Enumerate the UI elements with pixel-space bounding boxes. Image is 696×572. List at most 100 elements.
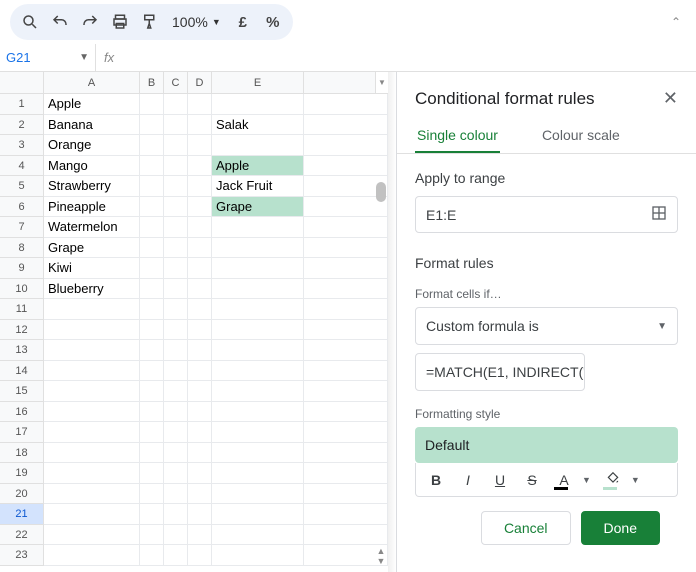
row-header[interactable]: 15 <box>0 381 44 402</box>
range-input[interactable]: E1:E <box>415 196 678 233</box>
row-header[interactable]: 1 <box>0 94 44 115</box>
table-row[interactable]: 20 <box>0 484 388 505</box>
cell[interactable] <box>212 484 304 505</box>
cell[interactable]: Mango <box>44 156 140 177</box>
cell[interactable] <box>212 504 304 525</box>
cell[interactable] <box>188 238 212 259</box>
chevron-down-icon[interactable]: ▼ <box>631 475 640 485</box>
col-header[interactable]: D <box>188 72 212 94</box>
cell[interactable] <box>140 197 164 218</box>
redo-icon[interactable] <box>76 8 104 36</box>
table-row[interactable]: 2BananaSalak <box>0 115 388 136</box>
cell[interactable] <box>140 340 164 361</box>
row-header[interactable]: 19 <box>0 463 44 484</box>
cell[interactable] <box>212 299 304 320</box>
cell[interactable] <box>140 115 164 136</box>
cell[interactable] <box>304 156 388 177</box>
cell[interactable] <box>44 422 140 443</box>
row-header[interactable]: 14 <box>0 361 44 382</box>
cell[interactable] <box>140 463 164 484</box>
cell[interactable] <box>140 422 164 443</box>
cell[interactable] <box>304 299 388 320</box>
cell[interactable]: Jack Fruit <box>212 176 304 197</box>
cell[interactable] <box>44 504 140 525</box>
cell[interactable] <box>44 545 140 566</box>
cell[interactable] <box>44 381 140 402</box>
cell[interactable] <box>164 217 188 238</box>
cell[interactable] <box>212 258 304 279</box>
cell[interactable] <box>164 402 188 423</box>
paint-format-icon[interactable] <box>136 8 164 36</box>
table-row[interactable]: 1Apple <box>0 94 388 115</box>
cell[interactable] <box>188 299 212 320</box>
cell[interactable] <box>140 443 164 464</box>
cell[interactable] <box>164 484 188 505</box>
cell[interactable] <box>140 381 164 402</box>
strike-button[interactable]: S <box>522 472 542 488</box>
cell[interactable] <box>164 463 188 484</box>
row-header[interactable]: 3 <box>0 135 44 156</box>
cell[interactable] <box>304 443 388 464</box>
cell[interactable]: Apple <box>212 156 304 177</box>
row-header[interactable]: 21 <box>0 504 44 525</box>
tab-single-colour[interactable]: Single colour <box>415 119 500 154</box>
cell[interactable] <box>188 176 212 197</box>
cell[interactable] <box>304 135 388 156</box>
cell[interactable] <box>164 258 188 279</box>
scroll-arrows[interactable]: ▲▼ <box>376 546 386 566</box>
cell[interactable]: Strawberry <box>44 176 140 197</box>
row-header[interactable]: 2 <box>0 115 44 136</box>
cell[interactable] <box>304 217 388 238</box>
col-header[interactable]: A <box>44 72 140 94</box>
cell[interactable] <box>140 176 164 197</box>
cell[interactable] <box>164 156 188 177</box>
cell[interactable] <box>304 361 388 382</box>
cell[interactable] <box>140 545 164 566</box>
zoom-select[interactable]: 100%▼ <box>166 14 227 30</box>
cell[interactable] <box>164 443 188 464</box>
cell[interactable] <box>164 320 188 341</box>
cell[interactable] <box>44 443 140 464</box>
cell[interactable] <box>44 484 140 505</box>
cell[interactable] <box>188 115 212 136</box>
table-row[interactable]: 15 <box>0 381 388 402</box>
cell[interactable] <box>188 525 212 546</box>
cell[interactable] <box>304 525 388 546</box>
table-row[interactable]: 18 <box>0 443 388 464</box>
text-color-button[interactable]: A <box>554 472 574 488</box>
row-header[interactable]: 13 <box>0 340 44 361</box>
cell[interactable] <box>212 525 304 546</box>
done-button[interactable]: Done <box>581 511 660 545</box>
cell[interactable] <box>212 94 304 115</box>
cell[interactable] <box>188 279 212 300</box>
row-header[interactable]: 10 <box>0 279 44 300</box>
cell[interactable] <box>304 238 388 259</box>
cell[interactable] <box>212 340 304 361</box>
table-row[interactable]: 5StrawberryJack Fruit <box>0 176 388 197</box>
cell[interactable] <box>212 217 304 238</box>
table-row[interactable]: 13 <box>0 340 388 361</box>
cell[interactable] <box>212 361 304 382</box>
table-row[interactable]: 11 <box>0 299 388 320</box>
cell[interactable] <box>164 545 188 566</box>
cell[interactable] <box>140 320 164 341</box>
cell[interactable] <box>188 463 212 484</box>
cell[interactable] <box>212 279 304 300</box>
cell[interactable] <box>164 279 188 300</box>
cell[interactable] <box>164 504 188 525</box>
row-header[interactable]: 9 <box>0 258 44 279</box>
table-row[interactable]: 10Blueberry <box>0 279 388 300</box>
row-header[interactable]: 4 <box>0 156 44 177</box>
row-header[interactable]: 6 <box>0 197 44 218</box>
table-row[interactable]: 22 <box>0 525 388 546</box>
table-row[interactable]: 21 <box>0 504 388 525</box>
scrollbar-thumb[interactable] <box>376 182 386 202</box>
cell[interactable] <box>140 299 164 320</box>
cell[interactable] <box>164 361 188 382</box>
cell[interactable] <box>212 320 304 341</box>
col-header[interactable]: C <box>164 72 188 94</box>
cell[interactable] <box>188 484 212 505</box>
col-header[interactable]: E <box>212 72 304 94</box>
cell[interactable] <box>212 422 304 443</box>
cell[interactable] <box>140 279 164 300</box>
